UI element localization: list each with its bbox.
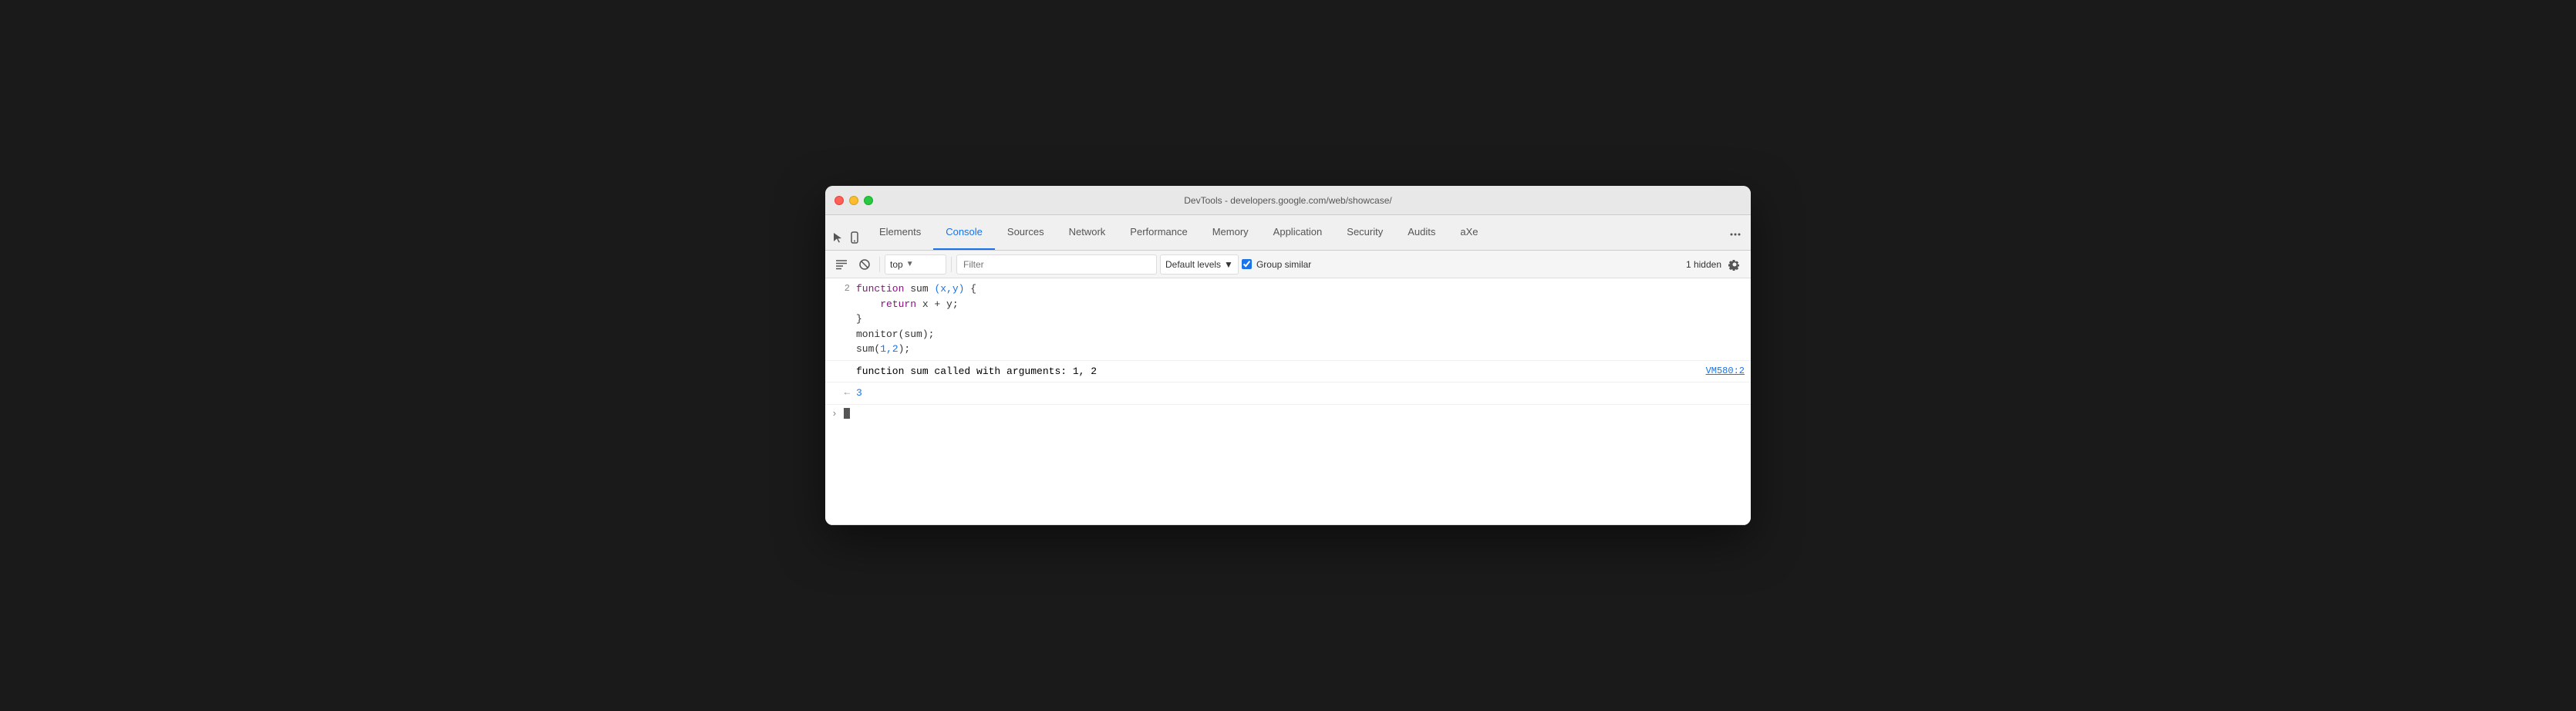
levels-arrow-icon: ▼ (1224, 259, 1233, 270)
console-cursor (844, 408, 850, 419)
result-value: 3 (856, 387, 862, 399)
tab-performance[interactable]: Performance (1118, 215, 1199, 250)
clear-console-button[interactable] (831, 254, 851, 275)
levels-selector[interactable]: Default levels ▼ (1160, 254, 1239, 275)
console-entry-code: 2 function sum (x,y) { return x + y; } m… (825, 278, 1751, 361)
console-entry-result: ← 3 (825, 382, 1751, 405)
filter-container (956, 254, 1157, 275)
group-similar-group: Group similar (1242, 259, 1311, 270)
tab-security[interactable]: Security (1334, 215, 1395, 250)
group-similar-checkbox[interactable] (1242, 259, 1252, 269)
close-button[interactable] (835, 196, 844, 205)
tab-network[interactable]: Network (1057, 215, 1118, 250)
cursor-icon[interactable] (831, 231, 844, 244)
console-toolbar: top ▼ Default levels ▼ Group similar 1 h… (825, 251, 1751, 278)
entry-content-output: function sum called with arguments: 1, 2 (856, 362, 1694, 381)
settings-button[interactable] (1725, 254, 1745, 275)
tab-sources[interactable]: Sources (995, 215, 1057, 250)
tabbar: Elements Console Sources Network Perform… (825, 215, 1751, 251)
code-line-4: monitor(sum); (856, 327, 1745, 342)
console-input-row: › (825, 405, 1751, 423)
minimize-button[interactable] (849, 196, 858, 205)
entry-content-result: 3 (856, 384, 1745, 403)
code-line-5: sum(1,2); (856, 342, 1745, 357)
separator-1 (879, 257, 880, 272)
maximize-button[interactable] (864, 196, 873, 205)
code-line-2: return x + y; (856, 297, 1745, 312)
context-selector[interactable]: top ▼ (885, 254, 946, 275)
tab-console[interactable]: Console (933, 215, 995, 250)
mobile-icon[interactable] (848, 231, 861, 244)
separator-2 (951, 257, 952, 272)
tab-application[interactable]: Application (1261, 215, 1335, 250)
console-prompt-icon: › (831, 408, 838, 420)
tab-elements[interactable]: Elements (867, 215, 933, 250)
group-similar-label[interactable]: Group similar (1256, 259, 1311, 270)
window-title: DevTools - developers.google.com/web/sho… (1184, 195, 1391, 206)
entry-content-code: function sum (x,y) { return x + y; } mon… (856, 280, 1745, 359)
output-text: function sum called with arguments: 1, 2 (856, 366, 1097, 377)
context-arrow-icon: ▼ (906, 260, 914, 268)
tab-audits[interactable]: Audits (1395, 215, 1448, 250)
console-output: 2 function sum (x,y) { return x + y; } m… (825, 278, 1751, 525)
code-line-3: } (856, 312, 1745, 327)
devtools-window: DevTools - developers.google.com/web/sho… (825, 186, 1751, 525)
entry-source-link[interactable]: VM580:2 (1694, 364, 1745, 378)
console-entry-output: function sum called with arguments: 1, 2… (825, 361, 1751, 383)
hidden-count: 1 hidden (1686, 259, 1721, 270)
entry-gutter-result: ← (831, 384, 856, 399)
entry-gutter-code: 2 (831, 280, 856, 295)
code-line-1: function sum (x,y) { (856, 281, 1745, 297)
filter-input[interactable] (963, 259, 1150, 270)
entry-gutter-output (831, 370, 856, 372)
devtools-icons (831, 231, 861, 250)
titlebar: DevTools - developers.google.com/web/sho… (825, 186, 1751, 215)
tab-axe[interactable]: aXe (1448, 215, 1490, 250)
traffic-lights (835, 196, 873, 205)
tab-memory[interactable]: Memory (1200, 215, 1261, 250)
block-button[interactable] (855, 254, 875, 275)
more-tabs-button[interactable] (1726, 225, 1745, 244)
